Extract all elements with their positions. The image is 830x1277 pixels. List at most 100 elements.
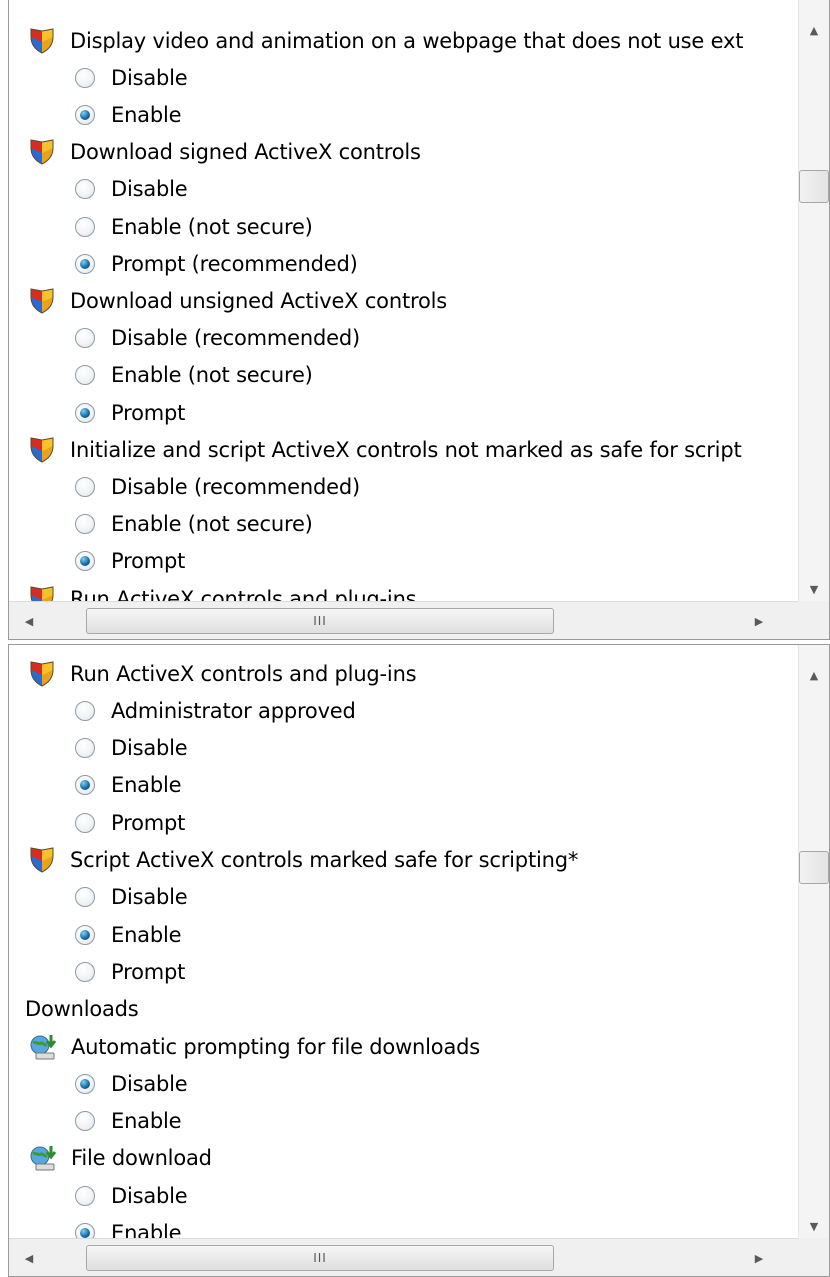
radio-button[interactable] xyxy=(75,514,95,535)
radio-button[interactable] xyxy=(75,887,95,908)
radio-option-label: Enable xyxy=(111,922,182,947)
radio-option[interactable]: Prompt (recommended) xyxy=(9,245,798,282)
radio-option[interactable]: Enable xyxy=(9,1103,798,1140)
setting-header: Automatic prompting for file downloads xyxy=(9,1028,798,1065)
scroll-down-icon[interactable]: ▼ xyxy=(799,1214,829,1238)
scrollbar-corner xyxy=(798,1238,829,1276)
settings-viewport: Display video and animation on a webpage… xyxy=(9,0,798,601)
radio-option[interactable]: Disable xyxy=(9,1177,798,1214)
setting-label: Run ActiveX controls and plug-ins xyxy=(70,586,417,602)
radio-option[interactable]: Prompt xyxy=(9,543,798,580)
radio-option-label: Disable xyxy=(111,1183,188,1208)
setting-label: Download signed ActiveX controls xyxy=(70,140,421,165)
radio-button[interactable] xyxy=(75,1111,95,1132)
scroll-right-icon[interactable]: ▶ xyxy=(749,609,769,633)
radio-button[interactable] xyxy=(75,961,95,982)
vertical-scroll-thumb[interactable] xyxy=(799,170,829,203)
radio-option[interactable]: Prompt xyxy=(9,394,798,431)
settings-group-header: Downloads xyxy=(9,991,798,1028)
radio-option[interactable]: Disable (recommended) xyxy=(9,320,798,357)
setting-header: File download xyxy=(9,1140,798,1177)
radio-button[interactable] xyxy=(75,700,95,721)
setting-header: Run ActiveX controls and plug-ins xyxy=(9,580,798,601)
radio-button[interactable] xyxy=(75,67,95,88)
security-shield-icon xyxy=(29,660,55,688)
radio-option[interactable]: Administrator approved xyxy=(9,692,798,729)
radio-option-label: Prompt xyxy=(111,400,186,425)
radio-option[interactable]: Enable (not secure) xyxy=(9,506,798,543)
scroll-right-icon[interactable]: ▶ xyxy=(749,1246,769,1270)
scroll-up-icon[interactable]: ▲ xyxy=(799,18,829,42)
radio-button-checked[interactable] xyxy=(75,1073,95,1094)
setting-label: Initialize and script ActiveX controls n… xyxy=(70,437,742,462)
radio-button-checked[interactable] xyxy=(75,551,95,572)
security-shield-icon xyxy=(29,846,55,874)
scroll-left-icon[interactable]: ◀ xyxy=(19,1246,39,1270)
radio-option-label: Disable xyxy=(111,1071,188,1096)
vertical-scrollbar[interactable]: ▲ ▼ xyxy=(798,645,829,1238)
radio-option-label: Prompt (recommended) xyxy=(111,251,358,276)
radio-button[interactable] xyxy=(75,738,95,759)
vertical-scrollbar[interactable]: ▲ ▼ xyxy=(798,0,829,601)
radio-button-checked[interactable] xyxy=(75,253,95,274)
radio-button-checked[interactable] xyxy=(75,402,95,423)
radio-button[interactable] xyxy=(75,365,95,386)
radio-button-checked[interactable] xyxy=(75,775,95,796)
radio-button-checked[interactable] xyxy=(75,924,95,945)
radio-option[interactable]: Enable (not secure) xyxy=(9,208,798,245)
radio-option-label: Disable xyxy=(111,736,188,761)
horizontal-scrollbar[interactable]: ◀ III ▶ xyxy=(9,601,829,639)
radio-option-label: Disable (recommended) xyxy=(111,326,360,351)
radio-option-label: Disable (recommended) xyxy=(111,474,360,499)
radio-option-label: Enable xyxy=(111,1109,182,1134)
horizontal-scroll-thumb[interactable]: III xyxy=(86,1245,554,1271)
radio-option-label: Disable xyxy=(111,885,188,910)
radio-option[interactable]: Enable xyxy=(9,96,798,133)
security-settings-list-bottom: Run ActiveX controls and plug-ins Adminis… xyxy=(8,644,830,1277)
radio-option[interactable]: Prompt xyxy=(9,953,798,990)
radio-option[interactable]: Enable xyxy=(9,767,798,804)
radio-option[interactable]: Disable (recommended) xyxy=(9,468,798,505)
radio-option[interactable]: Disable xyxy=(9,59,798,96)
radio-option[interactable]: Disable xyxy=(9,879,798,916)
radio-option[interactable]: Disable xyxy=(9,1065,798,1102)
radio-button[interactable] xyxy=(75,476,95,497)
radio-button-checked[interactable] xyxy=(75,104,95,125)
radio-option[interactable]: Disable xyxy=(9,730,798,767)
radio-button[interactable] xyxy=(75,216,95,237)
radio-option-label: Administrator approved xyxy=(111,698,356,723)
radio-option[interactable]: Enable (not secure) xyxy=(9,357,798,394)
scroll-down-icon[interactable]: ▼ xyxy=(799,577,829,601)
radio-button[interactable] xyxy=(75,812,95,833)
radio-option[interactable]: Enable xyxy=(9,916,798,953)
radio-option-label: Enable xyxy=(111,1221,182,1238)
radio-option-label: Disable xyxy=(111,65,188,90)
security-settings-list-top: Display video and animation on a webpage… xyxy=(8,0,830,640)
radio-option-label: Enable (not secure) xyxy=(111,512,313,537)
scroll-left-icon[interactable]: ◀ xyxy=(19,609,39,633)
horizontal-scroll-thumb[interactable]: III xyxy=(86,608,554,634)
radio-option-label: Disable xyxy=(111,177,188,202)
setting-label: Script ActiveX controls marked safe for … xyxy=(70,848,579,872)
radio-option[interactable]: Disable xyxy=(9,171,798,208)
horizontal-scrollbar[interactable]: ◀ III ▶ xyxy=(9,1238,829,1276)
radio-button-checked[interactable] xyxy=(75,1223,95,1238)
radio-option-label: Enable (not secure) xyxy=(111,363,313,388)
setting-header: Script ActiveX controls marked safe for … xyxy=(9,842,798,879)
radio-button[interactable] xyxy=(75,179,95,200)
radio-option-label: Prompt xyxy=(111,549,186,574)
radio-option[interactable]: Prompt xyxy=(9,804,798,841)
security-shield-icon xyxy=(29,585,55,601)
radio-option-label: Prompt xyxy=(111,810,186,835)
radio-option-label: Prompt xyxy=(111,959,186,984)
setting-header: Run ActiveX controls and plug-ins xyxy=(9,655,798,692)
radio-button[interactable] xyxy=(75,1185,95,1206)
scroll-grip: III xyxy=(313,614,327,628)
download-globe-icon xyxy=(29,1144,59,1172)
radio-button[interactable] xyxy=(75,328,95,349)
radio-option-label: Enable (not secure) xyxy=(111,214,313,239)
radio-option[interactable]: Enable xyxy=(9,1215,798,1238)
setting-header: Download unsigned ActiveX controls xyxy=(9,282,798,319)
vertical-scroll-thumb[interactable] xyxy=(799,851,829,884)
scroll-up-icon[interactable]: ▲ xyxy=(799,663,829,687)
